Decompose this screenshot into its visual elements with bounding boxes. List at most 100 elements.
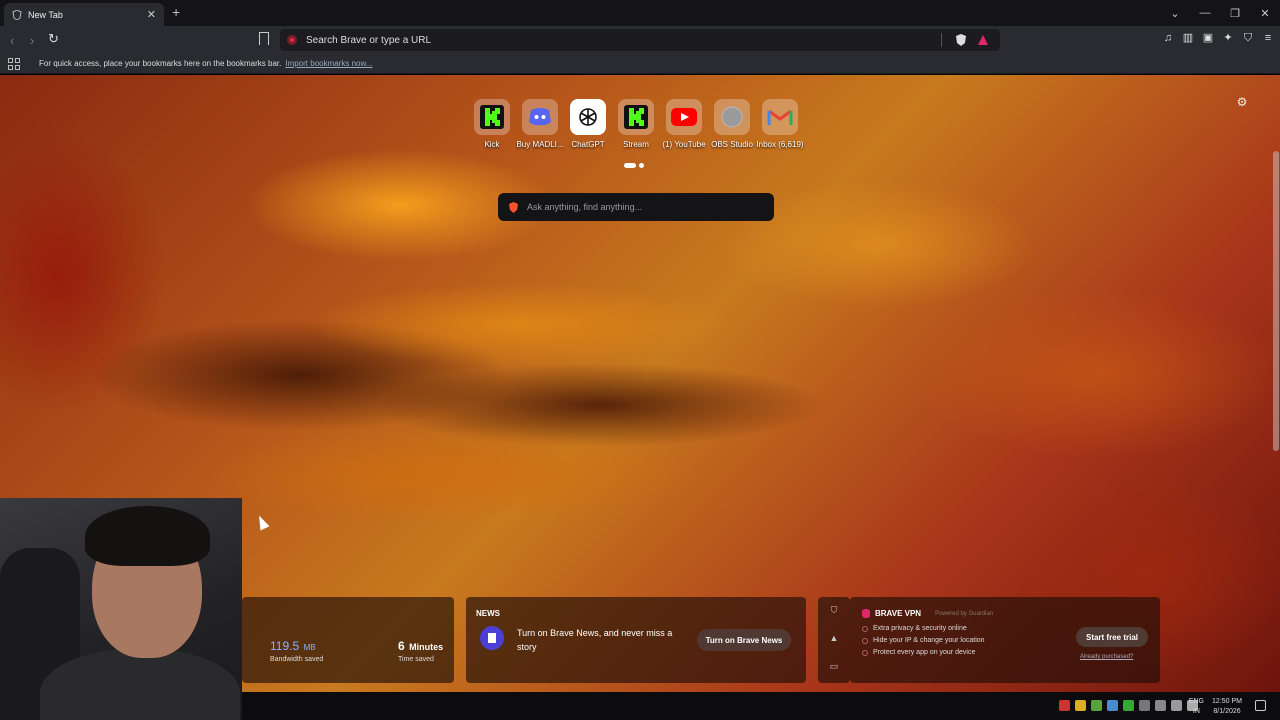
tab-new-tab[interactable]: New Tab ✕: [4, 3, 164, 26]
time-stat: 6 Minutes Time saved: [398, 637, 443, 663]
forward-icon[interactable]: ›: [30, 33, 34, 48]
tab-search-icon[interactable]: ⌄: [1160, 7, 1190, 20]
vpn-widget-icon[interactable]: ⛉: [828, 605, 840, 617]
top-site-tile[interactable]: Stream: [612, 99, 660, 149]
list-item: Hide your IP & change your location: [862, 637, 985, 644]
system-tray: [1059, 700, 1198, 711]
back-icon[interactable]: ‹: [10, 33, 14, 48]
news-message: Turn on Brave News, and never miss a sto…: [517, 628, 673, 652]
time-unit: Minutes: [409, 642, 444, 652]
notifications-icon[interactable]: [1255, 700, 1266, 711]
leo-ai-icon[interactable]: ✦: [1222, 32, 1234, 44]
apps-grid-icon[interactable]: [8, 57, 20, 70]
news-widget: NEWS Turn on Brave News, and never miss …: [466, 597, 806, 683]
news-heading: NEWS: [476, 609, 500, 618]
bookmark-icon[interactable]: [259, 32, 269, 45]
address-bar-placeholder: Search Brave or type a URL: [306, 34, 432, 46]
vpn-title: BRAVE VPN: [875, 609, 922, 618]
widget-switcher: ⛉ ▲ ▭: [818, 597, 850, 683]
page-dot-active[interactable]: [624, 163, 636, 168]
scrollbar[interactable]: [1273, 151, 1279, 451]
clock[interactable]: 12:50 PM 8/1/2026: [1212, 697, 1242, 717]
vpn-widget: BRAVE VPN Powered by Guardian Extra priv…: [850, 597, 1160, 683]
check-icon: [862, 625, 868, 632]
time-value: 6: [398, 639, 405, 653]
check-icon: [862, 649, 868, 656]
tray-app-icon[interactable]: [1059, 700, 1070, 711]
top-site-tile[interactable]: OBS Studio: [708, 99, 756, 149]
top-site-tile[interactable]: Inbox (6,619): [756, 99, 804, 149]
bandwidth-unit: MB: [303, 643, 316, 652]
ask-search-box[interactable]: Ask anything, find anything...: [498, 193, 774, 221]
youtube-icon: [666, 99, 702, 135]
cards-widget-icon[interactable]: ▭: [828, 661, 840, 673]
vpn-icon[interactable]: ⛉: [1242, 32, 1254, 44]
language-indicator[interactable]: ENG IN: [1189, 697, 1204, 717]
divider: [941, 33, 942, 47]
reload-icon[interactable]: ↻: [48, 31, 59, 47]
brave-shield-icon: [12, 9, 22, 20]
kick-icon: [618, 99, 654, 135]
vpn-feature: Protect every app on your device: [873, 649, 976, 656]
minimize-icon[interactable]: —: [1190, 7, 1220, 19]
sidebar-icon[interactable]: ▥: [1182, 32, 1194, 44]
new-tab-button[interactable]: +: [172, 4, 180, 20]
toolbar-right-icons: ♫ ▥ ▣ ✦ ⛉ ≡: [1162, 32, 1274, 44]
rewards-widget-icon[interactable]: ▲: [828, 633, 840, 645]
top-sites-pager[interactable]: [624, 163, 644, 168]
top-site-label: Kick: [484, 140, 500, 149]
taskbar: ENG IN 12:50 PM 8/1/2026: [242, 692, 1280, 720]
top-site-tile[interactable]: ChatGPT: [564, 99, 612, 149]
tray-app-icon[interactable]: [1091, 700, 1102, 711]
clock-time: 12:50 PM: [1212, 698, 1242, 705]
check-icon: [862, 637, 868, 644]
search-engine-icon: [287, 35, 297, 45]
tray-app-icon[interactable]: [1075, 700, 1086, 711]
menu-icon[interactable]: ≡: [1262, 32, 1274, 44]
top-site-tile[interactable]: Kick: [468, 99, 516, 149]
customize-gear-icon[interactable]: ⚙: [1236, 96, 1248, 108]
list-item: Extra privacy & security online: [862, 625, 985, 632]
top-site-label: Inbox (6,619): [756, 140, 804, 149]
restore-icon[interactable]: ❐: [1220, 7, 1250, 20]
ask-placeholder: Ask anything, find anything...: [527, 202, 643, 212]
chatgpt-icon: [570, 99, 606, 135]
tray-app-icon[interactable]: [1107, 700, 1118, 711]
top-site-label: Stream: [623, 140, 649, 149]
close-window-icon[interactable]: ✕: [1250, 7, 1280, 20]
usb-icon[interactable]: [1139, 700, 1150, 711]
volume-icon[interactable]: [1171, 700, 1182, 711]
vpn-feature: Hide your IP & change your location: [873, 637, 985, 644]
page-dot[interactable]: [639, 163, 644, 168]
close-tab-icon[interactable]: ✕: [147, 8, 156, 21]
top-site-label: (1) YouTube: [662, 140, 706, 149]
window-controls: ⌄ — ❐ ✕: [1160, 0, 1280, 26]
brave-shields-icon[interactable]: [955, 34, 967, 46]
vpn-feature: Extra privacy & security online: [873, 625, 967, 632]
tray-app-icon[interactable]: [1123, 700, 1134, 711]
vpn-powered-by: Powered by Guardian: [935, 610, 994, 617]
tab-title: New Tab: [28, 9, 63, 20]
bandwidth-caption: Bandwidth saved: [270, 656, 324, 663]
address-bar[interactable]: Search Brave or type a URL: [280, 29, 1000, 51]
start-free-trial-button[interactable]: Start free trial: [1076, 627, 1148, 647]
brave-logo-icon: [509, 201, 518, 213]
wallet-icon[interactable]: ▣: [1202, 32, 1214, 44]
tab-strip: New Tab ✕ + ⌄ — ❐ ✕: [0, 0, 1280, 26]
clock-date: 8/1/2026: [1213, 708, 1241, 715]
brave-rewards-icon[interactable]: [977, 34, 989, 46]
list-item: Protect every app on your device: [862, 649, 985, 656]
top-site-label: OBS Studio: [711, 140, 753, 149]
top-sites: Kick Buy MADLI... ChatGPT Stream (1) You…: [468, 99, 804, 149]
kick-icon: [474, 99, 510, 135]
region-code: IN: [1192, 708, 1200, 715]
media-icon[interactable]: ♫: [1162, 32, 1174, 44]
language-code: ENG: [1188, 698, 1204, 705]
network-icon[interactable]: [1155, 700, 1166, 711]
already-purchased-link[interactable]: Already purchased?: [1080, 654, 1133, 660]
top-site-tile[interactable]: Buy MADLI...: [516, 99, 564, 149]
turn-on-news-button[interactable]: Turn on Brave News: [697, 629, 791, 651]
import-bookmarks-link[interactable]: Import bookmarks now...: [285, 59, 372, 68]
top-site-tile[interactable]: (1) YouTube: [660, 99, 708, 149]
bandwidth-value: 119.5: [270, 639, 300, 653]
